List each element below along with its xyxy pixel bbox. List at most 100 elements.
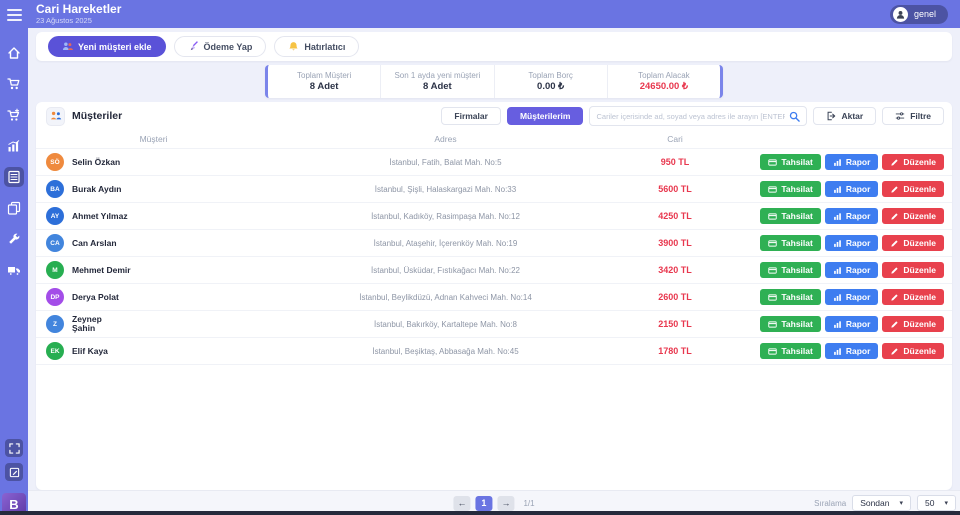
report-chart-icon	[833, 239, 842, 248]
row-actions: Tahsilat Rapor Düzenle	[730, 154, 952, 170]
report-chart-icon	[833, 320, 842, 329]
fullscreen-icon	[9, 443, 20, 454]
search-icon[interactable]	[789, 111, 800, 122]
bottom-strip	[0, 511, 960, 515]
duzenle-button[interactable]: Düzenle	[882, 343, 944, 359]
user-menu-button[interactable]: genel	[890, 5, 948, 24]
rapor-button[interactable]: Rapor	[825, 181, 879, 197]
rapor-button[interactable]: Rapor	[825, 235, 879, 251]
report-chart-icon	[833, 185, 842, 194]
table-row: CA Can Arslan İstanbul, Ataşehir, İçeren…	[36, 230, 952, 257]
pencil-icon	[890, 185, 899, 194]
make-payment-button[interactable]: Ödeme Yap	[174, 36, 267, 57]
export-button[interactable]: Aktar	[813, 107, 876, 125]
tahsilat-button[interactable]: Tahsilat	[760, 154, 821, 170]
tab-firmalar[interactable]: Firmalar	[441, 107, 501, 125]
page-size-select[interactable]: 50 ▾	[917, 495, 956, 511]
customer-balance: 4250 TL	[620, 211, 730, 221]
rapor-button[interactable]: Rapor	[825, 316, 879, 332]
tahsilat-button[interactable]: Tahsilat	[760, 289, 821, 305]
sort-order-select[interactable]: Sondan ▾	[852, 495, 911, 511]
pencil-icon	[890, 347, 899, 356]
customer-cell: AY Ahmet Yılmaz	[36, 207, 271, 225]
sidebar-item-documents[interactable]	[4, 198, 24, 218]
rapor-button[interactable]: Rapor	[825, 208, 879, 224]
prev-page-button[interactable]: ←	[453, 496, 470, 511]
filter-button[interactable]: Filtre	[882, 107, 944, 125]
tahsilat-button[interactable]: Tahsilat	[760, 316, 821, 332]
report-chart-icon	[833, 212, 842, 221]
tahsilat-button[interactable]: Tahsilat	[760, 343, 821, 359]
sidebar-item-analytics[interactable]	[4, 136, 24, 156]
rapor-button[interactable]: Rapor	[825, 154, 879, 170]
duzenle-button[interactable]: Düzenle	[882, 181, 944, 197]
tahsilat-button[interactable]: Tahsilat	[760, 235, 821, 251]
tahsilat-button[interactable]: Tahsilat	[760, 208, 821, 224]
cart-icon	[7, 77, 21, 91]
avatar: EK	[46, 342, 64, 360]
duzenle-button[interactable]: Düzenle	[882, 208, 944, 224]
rapor-button[interactable]: Rapor	[825, 289, 879, 305]
row-actions: Tahsilat Rapor Düzenle	[730, 262, 952, 278]
rapor-button[interactable]: Rapor	[825, 343, 879, 359]
duzenle-button[interactable]: Düzenle	[882, 154, 944, 170]
row-actions: Tahsilat Rapor Düzenle	[730, 343, 952, 359]
user-avatar-icon	[893, 7, 908, 22]
customer-cell: BA Burak Aydın	[36, 180, 271, 198]
search-input[interactable]	[596, 112, 785, 121]
customer-balance: 3420 TL	[620, 265, 730, 275]
add-customer-button[interactable]: Yeni müşteri ekle	[48, 36, 166, 57]
row-actions: Tahsilat Rapor Düzenle	[730, 208, 952, 224]
filter-label: Filtre	[910, 111, 931, 121]
stat-value: 8 Adet	[310, 81, 339, 92]
customer-address: İstanbul, Üsküdar, Fıstıkağacı Mah. No:2…	[271, 266, 620, 275]
duzenle-button[interactable]: Düzenle	[882, 289, 944, 305]
reminder-button[interactable]: Hatırlatıcı	[274, 36, 359, 57]
pencil-icon	[890, 320, 899, 329]
col-cari: Cari	[620, 134, 730, 144]
stat-value: 24650.00 ₺	[640, 81, 688, 92]
page-info: 1/1	[523, 499, 534, 508]
duzenle-button[interactable]: Düzenle	[882, 262, 944, 278]
stat-label: Toplam Alacak	[638, 71, 690, 80]
customer-cell: EK Elif Kaya	[36, 342, 271, 360]
table-row: SÖ Selin Özkan İstanbul, Fatih, Balat Ma…	[36, 149, 952, 176]
customer-name: Mehmet Demir	[72, 266, 131, 275]
sidebar-item-home[interactable]	[4, 43, 24, 63]
current-page-button[interactable]: 1	[475, 496, 492, 511]
export-label: Aktar	[841, 111, 863, 121]
search-box	[589, 106, 807, 126]
hamburger-menu-icon[interactable]	[7, 9, 22, 21]
main-area: Cari Hareketler 23 Ağustos 2025 genel Ye…	[28, 0, 960, 515]
export-icon	[826, 111, 836, 121]
fullscreen-button[interactable]	[5, 439, 23, 457]
duzenle-button[interactable]: Düzenle	[882, 316, 944, 332]
stat-total-receivable: Toplam Alacak 24650.00 ₺	[607, 65, 720, 98]
sort-label: Sıralama	[814, 499, 846, 508]
payment-card-icon	[768, 212, 777, 221]
payment-card-icon	[768, 293, 777, 302]
customer-address: İstanbul, Kadıköy, Rasimpaşa Mah. No:12	[271, 212, 620, 221]
customer-name: Selin Özkan	[72, 158, 120, 167]
customer-cell: CA Can Arslan	[36, 234, 271, 252]
sidebar-item-settings[interactable]	[4, 229, 24, 249]
customer-balance: 1780 TL	[620, 346, 730, 356]
tahsilat-button[interactable]: Tahsilat	[760, 181, 821, 197]
table-row: Z ZeynepŞahin İstanbul, Bakırköy, Kartal…	[36, 311, 952, 338]
reminder-label: Hatırlatıcı	[304, 42, 345, 52]
sidebar-item-sales[interactable]	[4, 105, 24, 125]
page-size-value: 50	[925, 498, 934, 508]
sidebar-item-delivery[interactable]	[4, 260, 24, 280]
customer-name: Elif Kaya	[72, 347, 108, 356]
next-page-button[interactable]: →	[497, 496, 514, 511]
tab-musterilerim[interactable]: Müşterilerim	[507, 107, 584, 125]
avatar: CA	[46, 234, 64, 252]
duzenle-button[interactable]: Düzenle	[882, 235, 944, 251]
notes-button[interactable]	[5, 463, 23, 481]
tahsilat-button[interactable]: Tahsilat	[760, 262, 821, 278]
customer-cell: DP Derya Polat	[36, 288, 271, 306]
sidebar-item-cart[interactable]	[4, 74, 24, 94]
sidebar-item-cari[interactable]	[4, 167, 24, 187]
sidebar: B	[0, 0, 28, 515]
rapor-button[interactable]: Rapor	[825, 262, 879, 278]
